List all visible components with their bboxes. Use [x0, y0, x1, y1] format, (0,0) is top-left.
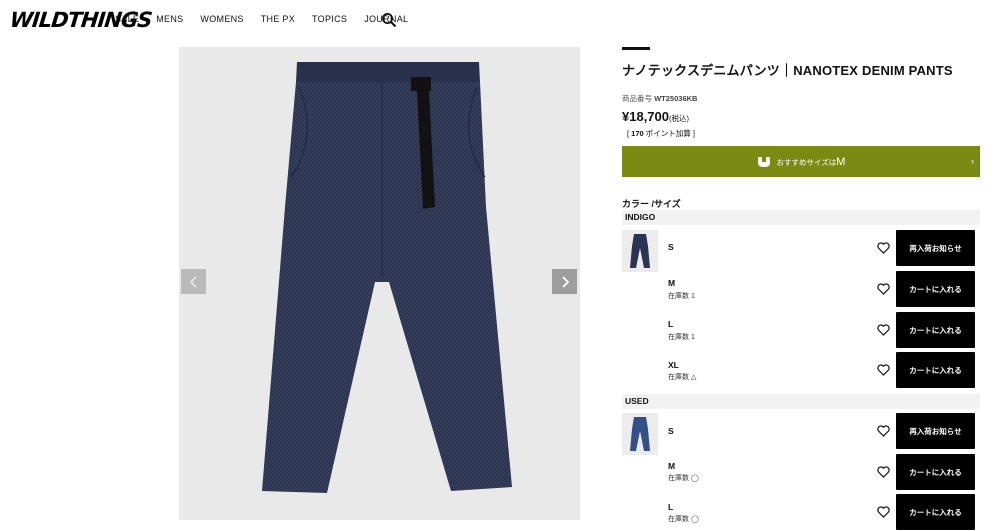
product-price: ¥18,700(税込) — [622, 109, 980, 124]
size-rec-value: M — [836, 155, 846, 168]
variant-stock: 在庫数 ◯ — [668, 516, 699, 523]
variant-size: L — [668, 502, 674, 512]
add-to-cart-button[interactable]: カートに入れる — [896, 271, 975, 307]
add-to-cart-button[interactable]: カートに入れる — [896, 352, 975, 388]
heart-icon[interactable] — [877, 324, 890, 336]
variant-stock: 在庫数 ◯ — [668, 475, 699, 482]
chevron-right-icon — [561, 275, 569, 288]
variant-stock: 在庫数 1 — [668, 334, 695, 341]
nav-topics[interactable]: TOPICS — [312, 14, 347, 24]
add-to-cart-button[interactable]: カートに入れる — [896, 312, 975, 348]
product-title: ナノテックスデニムパンツ｜NANOTEX DENIM PANTS — [622, 63, 953, 78]
variant-row: L 在庫数 1 カートに入れる — [622, 312, 980, 352]
pants-thumbnail-icon — [630, 234, 650, 268]
restock-notify-button[interactable]: 再入荷お知らせ — [896, 413, 975, 449]
heart-icon[interactable] — [877, 425, 890, 437]
main-nav: SALE MENS WOMENS THE PX TOPICS JOURNAL — [115, 14, 425, 24]
product-gallery — [179, 47, 580, 520]
variant-size: S — [668, 426, 674, 436]
price-tax: (税込) — [669, 114, 689, 123]
variant-size: XL — [668, 360, 679, 370]
search-icon[interactable] — [381, 12, 397, 28]
pants-thumbnail-icon — [630, 417, 650, 451]
heart-icon[interactable] — [877, 242, 890, 254]
variant-row: M 在庫数 ◯ カートに入れる — [622, 454, 980, 494]
heart-icon[interactable] — [877, 466, 890, 478]
variant-thumbnail[interactable] — [622, 230, 658, 272]
size-advisor-icon — [757, 156, 770, 167]
points-info: [ 170 ポイント加算 ] — [622, 128, 980, 139]
heart-icon[interactable] — [877, 283, 890, 295]
points-label: ポイント加算 ] — [643, 129, 695, 138]
variant-row: L 在庫数 ◯ カートに入れる — [622, 494, 980, 531]
variant-size: L — [668, 319, 674, 329]
heart-icon[interactable] — [877, 364, 890, 376]
heart-icon[interactable] — [877, 506, 890, 518]
nav-womens[interactable]: WOMENS — [200, 14, 243, 24]
variant-row: M 在庫数 1 カートに入れる — [622, 271, 980, 311]
product-image — [262, 62, 512, 493]
product-info: ナノテックスデニムパンツ｜NANOTEX DENIM PANTS 商品番号 WT… — [622, 47, 980, 139]
site-header: WILDTHINGS SALE MENS WOMENS THE PX TOPIC… — [0, 0, 1000, 44]
chevron-left-icon — [189, 275, 197, 288]
gallery-prev-button[interactable] — [181, 269, 206, 294]
nav-sale[interactable]: SALE — [115, 14, 139, 24]
variant-size: M — [668, 461, 676, 471]
variant-row: S 再入荷お知らせ — [622, 413, 980, 455]
product-code-value: WT25036KB — [654, 94, 698, 103]
size-recommendation-label: おすすめサイズはM — [777, 156, 846, 168]
variant-row: XL 在庫数 △ カートに入れる — [622, 352, 980, 392]
add-to-cart-button[interactable]: カートに入れる — [896, 454, 975, 490]
product-code: 商品番号 WT25036KB — [622, 93, 980, 104]
variant-thumbnail[interactable] — [622, 413, 658, 455]
variant-size: M — [668, 278, 676, 288]
title-rule — [622, 47, 650, 50]
gallery-next-button[interactable] — [552, 269, 577, 294]
points-value: 170 — [631, 129, 644, 138]
price-value: ¥18,700 — [622, 109, 669, 124]
variant-row: S 再入荷お知らせ — [622, 230, 980, 272]
color-size-heading: カラー /サイズ — [622, 199, 681, 209]
product-code-label: 商品番号 — [622, 94, 652, 103]
color-group-indigo: INDIGO — [622, 210, 980, 225]
nav-mens[interactable]: MENS — [156, 14, 183, 24]
chevron-right-icon: › — [971, 156, 974, 166]
nav-the-px[interactable]: THE PX — [261, 14, 295, 24]
variant-stock: 在庫数 1 — [668, 293, 695, 300]
restock-notify-button[interactable]: 再入荷お知らせ — [896, 230, 975, 266]
size-recommendation-button[interactable]: おすすめサイズはM › — [622, 146, 980, 177]
color-group-used: USED — [622, 394, 980, 409]
variant-stock: 在庫数 △ — [668, 374, 697, 381]
size-rec-prefix: おすすめサイズは — [776, 157, 837, 167]
add-to-cart-button[interactable]: カートに入れる — [896, 494, 975, 530]
variant-size: S — [668, 242, 674, 252]
